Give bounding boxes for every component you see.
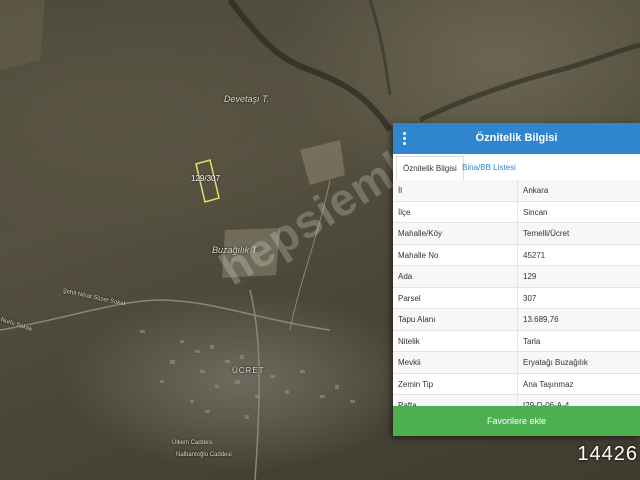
row-value: Ankara — [523, 186, 549, 195]
row-value: Eryatağı Buzağılık — [523, 358, 588, 367]
map-label-ucret: ÜCRET — [232, 366, 265, 375]
add-to-favorites-button[interactable]: Favorilere ekle — [393, 406, 640, 436]
attribute-panel: Öznitelik Bilgisi Öznitelik Bilgisi Bina… — [393, 123, 640, 436]
row-value: Sincan — [523, 207, 548, 217]
row-key: Nitelik — [398, 336, 420, 346]
tab-bar: Öznitelik Bilgisi Bina/BB Listesi — [393, 156, 640, 182]
row-key: Parsel — [398, 293, 421, 303]
row-key: Mevkii — [398, 358, 421, 367]
row-value: 129 — [523, 272, 537, 281]
row-key: İl — [398, 186, 402, 195]
row-value: 13.689,76 — [523, 315, 559, 324]
map-label-devetasi: Devetaşı T. — [224, 94, 270, 104]
parcel-label: 129/307 — [191, 174, 220, 183]
table-row: Parsel 307 — [393, 287, 640, 309]
table-row: İlçe Sincan — [393, 201, 640, 223]
tab-building-list[interactable]: Bina/BB Listesi — [456, 156, 522, 179]
table-row: Ada 129 — [393, 266, 640, 288]
map-label-street4: Nalbantoğlu Caddesi — [176, 452, 232, 458]
attribute-table: İl Ankara İlçe Sincan Mahalle/Köy Temelli/Ü… — [393, 180, 640, 417]
row-key: Zemin Tip — [398, 379, 434, 389]
row-key: İlçe — [398, 207, 411, 217]
panel-title: Öznitelik Bilgisi — [475, 132, 558, 144]
map-label-street3: Ülkem Caddesi — [172, 440, 213, 446]
table-row: Mahalle No 45271 — [393, 244, 640, 266]
row-key: Mahalle/Köy — [398, 229, 443, 238]
row-value: Temelli/Ücret — [523, 229, 570, 238]
table-row: Tapu Alanı 13.689,76 — [393, 309, 640, 331]
tab-attribute-info[interactable]: Öznitelik Bilgisi — [396, 156, 464, 182]
table-row: Mevkii Eryatağı Buzağılık — [393, 352, 640, 374]
row-key: Mahalle No — [398, 250, 439, 260]
row-value: Tarla — [523, 336, 541, 346]
listing-id-badge: 14426 — [577, 443, 638, 465]
row-key: Tapu Alanı — [398, 315, 436, 324]
row-key: Ada — [398, 272, 413, 281]
panel-header: Öznitelik Bilgisi — [393, 123, 640, 154]
row-value: 307 — [523, 293, 537, 303]
table-row: Nitelik Tarla — [393, 330, 640, 352]
row-value: 45271 — [523, 250, 546, 260]
row-value: Ana Taşınmaz — [523, 379, 574, 389]
table-row: İl Ankara — [393, 180, 640, 202]
table-row: Zemin Tip Ana Taşınmaz — [393, 373, 640, 395]
table-row: Mahalle/Köy Temelli/Ücret — [393, 223, 640, 245]
